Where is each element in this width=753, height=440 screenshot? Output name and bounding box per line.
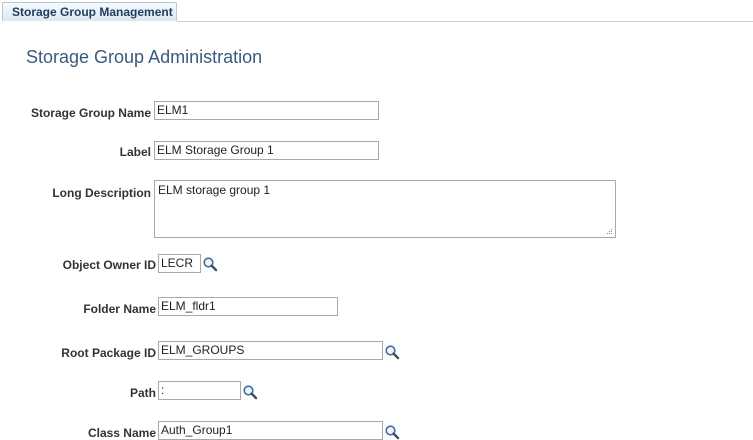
search-icon[interactable] xyxy=(384,344,400,360)
object-owner-id-field[interactable]: LECR xyxy=(158,254,201,273)
tab-bar: Storage Group Management xyxy=(0,0,753,22)
label-field[interactable]: ELM Storage Group 1 xyxy=(154,141,379,160)
resize-grip-icon[interactable] xyxy=(606,228,613,235)
tab-storage-group-management[interactable]: Storage Group Management xyxy=(2,2,177,21)
search-icon[interactable] xyxy=(384,424,400,440)
storage-group-name-label: Storage Group Name xyxy=(30,106,151,120)
object-owner-id-label: Object Owner ID xyxy=(62,258,156,272)
root-package-id-field[interactable]: ELM_GROUPS xyxy=(158,341,383,360)
root-package-id-label: Root Package ID xyxy=(61,346,156,360)
folder-name-field[interactable]: ELM_fldr1 xyxy=(158,297,338,316)
path-field[interactable]: : xyxy=(158,381,241,400)
storage-group-name-field[interactable]: ELM1 xyxy=(154,101,379,120)
long-description-text: ELM storage group 1 xyxy=(158,183,271,197)
label-label: Label xyxy=(119,145,151,159)
folder-name-label: Folder Name xyxy=(83,302,156,316)
tab-divider xyxy=(177,21,753,22)
search-icon[interactable] xyxy=(242,384,258,400)
class-name-field[interactable]: Auth_Group1 xyxy=(158,421,383,440)
search-icon[interactable] xyxy=(202,256,218,272)
long-description-label: Long Description xyxy=(52,186,151,200)
path-label: Path xyxy=(129,386,156,400)
page-title: Storage Group Administration xyxy=(26,47,263,67)
class-name-label: Class Name xyxy=(87,426,156,440)
long-description-textarea[interactable]: ELM storage group 1 xyxy=(154,180,616,238)
